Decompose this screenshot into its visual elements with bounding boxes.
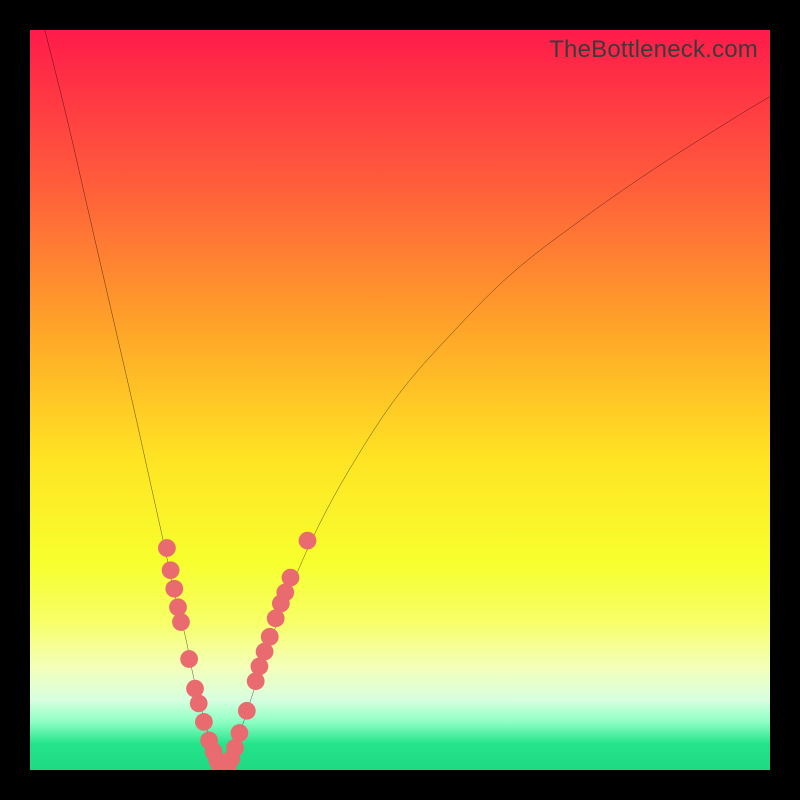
marker-dot bbox=[247, 672, 265, 690]
marker-dot bbox=[165, 580, 183, 598]
marker-dot bbox=[231, 724, 249, 742]
marker-dot bbox=[180, 650, 198, 668]
marker-dot bbox=[169, 598, 187, 616]
marker-dot bbox=[238, 702, 256, 720]
chart-frame: TheBottleneck.com bbox=[0, 0, 800, 800]
marker-dot bbox=[186, 680, 204, 698]
marker-dot bbox=[190, 695, 208, 713]
marker-dot bbox=[162, 561, 180, 579]
marker-dot bbox=[158, 539, 176, 557]
marker-dot bbox=[261, 628, 279, 646]
marker-dots bbox=[158, 532, 316, 770]
marker-dot bbox=[172, 613, 190, 631]
marker-dot bbox=[282, 569, 300, 587]
curve-layer bbox=[30, 30, 770, 770]
marker-dot bbox=[299, 532, 317, 550]
plot-area: TheBottleneck.com bbox=[30, 30, 770, 770]
marker-dot bbox=[195, 713, 213, 731]
curve-right bbox=[222, 97, 770, 770]
